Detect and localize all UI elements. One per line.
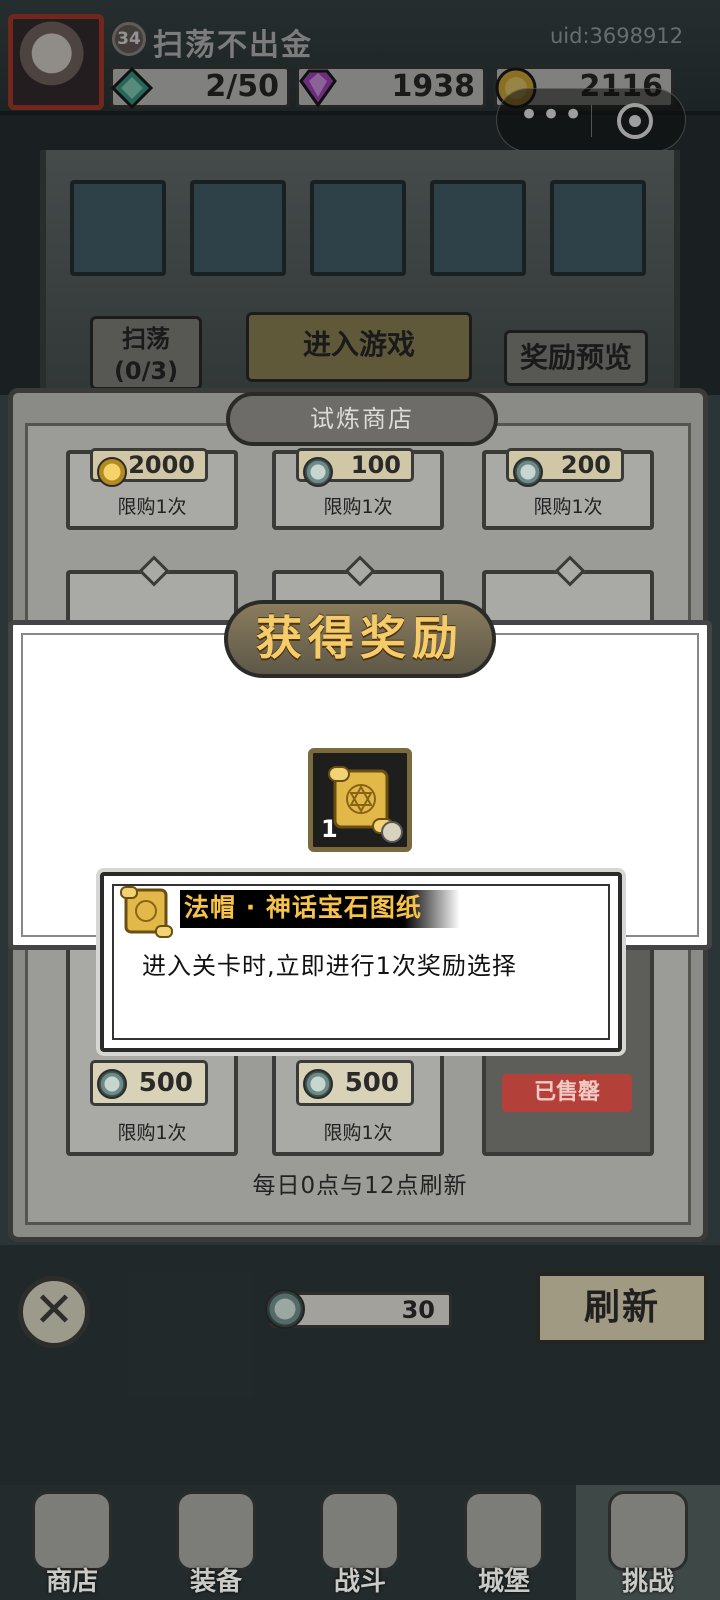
item-price: 500 xyxy=(344,1068,399,1098)
item-price: 200 xyxy=(560,451,611,479)
crossed-swords-icon xyxy=(320,1491,400,1571)
trial-coin-icon xyxy=(265,1289,305,1329)
tab-equipment[interactable]: 装备 xyxy=(144,1485,288,1600)
item-price-tag: 200 xyxy=(506,448,624,487)
trial-coin-icon xyxy=(97,1069,127,1099)
trial-coin-icon xyxy=(303,457,333,487)
wizard-hat-icon xyxy=(464,1491,544,1571)
item-price-tag: 100 xyxy=(296,448,414,487)
tab-label: 商店 xyxy=(45,1567,98,1597)
tab-label: 城堡 xyxy=(477,1567,530,1597)
trial-coin-balance: 30 xyxy=(265,1289,452,1329)
tab-shop[interactable]: 商店 xyxy=(0,1485,144,1600)
trial-coin-icon xyxy=(513,457,543,487)
purchase-limit: 限购1次 xyxy=(323,1122,393,1144)
bottom-tab-bar: 商店 装备 战斗 城堡 挑战 xyxy=(0,1485,720,1600)
item-name: 法帽 · 神话宝石图纸 xyxy=(180,890,460,928)
item-count: 1 xyxy=(321,815,338,843)
refresh-schedule-note: 每日0点与12点刷新 xyxy=(252,1173,468,1199)
reward-item-slot[interactable]: 1 xyxy=(308,748,412,852)
purchase-limit: 限购1次 xyxy=(533,496,603,518)
close-shop-button[interactable]: ✕ xyxy=(18,1276,90,1348)
shield-crest-icon xyxy=(608,1491,688,1571)
sold-out-badge: 已售罄 xyxy=(502,1074,632,1112)
scroll-icon xyxy=(120,886,173,938)
shop-item-card[interactable]: 2000 限购1次 xyxy=(66,448,238,530)
tab-castle[interactable]: 城堡 xyxy=(432,1485,576,1600)
tab-label: 战斗 xyxy=(333,1567,386,1597)
shop-tent-icon xyxy=(32,1491,112,1571)
purchase-limit: 限购1次 xyxy=(117,1122,187,1144)
tab-label: 挑战 xyxy=(621,1567,674,1597)
shop-title: 试炼商店 xyxy=(226,392,498,446)
tab-battle[interactable]: 战斗 xyxy=(288,1485,432,1600)
item-tooltip: 法帽 · 神话宝石图纸 进入关卡时,立即进行1次奖励选择 xyxy=(100,872,622,1052)
tab-label: 装备 xyxy=(189,1567,242,1597)
reward-popup-title: 获得奖励 xyxy=(224,600,496,678)
item-type-icon xyxy=(381,821,403,843)
gold-coin-icon xyxy=(97,457,127,487)
refresh-shop-button[interactable]: 刷新 xyxy=(536,1272,708,1344)
trial-coin-icon xyxy=(303,1069,333,1099)
shop-item-card[interactable]: 200 限购1次 xyxy=(482,448,654,530)
item-price: 500 xyxy=(138,1068,193,1098)
trial-coin-amount: 30 xyxy=(401,1296,435,1324)
close-icon: ✕ xyxy=(33,1282,75,1338)
overlay-dim xyxy=(0,0,720,395)
item-price-tag: 2000 xyxy=(90,448,208,487)
purchase-limit: 限购1次 xyxy=(323,496,393,518)
item-price: 100 xyxy=(350,451,401,479)
backpack-icon xyxy=(176,1491,256,1571)
purchase-limit: 限购1次 xyxy=(117,496,187,518)
shop-item-card[interactable]: 100 限购1次 xyxy=(272,448,444,530)
item-description: 进入关卡时,立即进行1次奖励选择 xyxy=(142,952,517,980)
item-price-tag: 500 xyxy=(90,1060,208,1106)
item-price-tag: 500 xyxy=(296,1060,414,1106)
item-price: 2000 xyxy=(128,451,195,479)
tab-challenge[interactable]: 挑战 xyxy=(576,1485,720,1600)
